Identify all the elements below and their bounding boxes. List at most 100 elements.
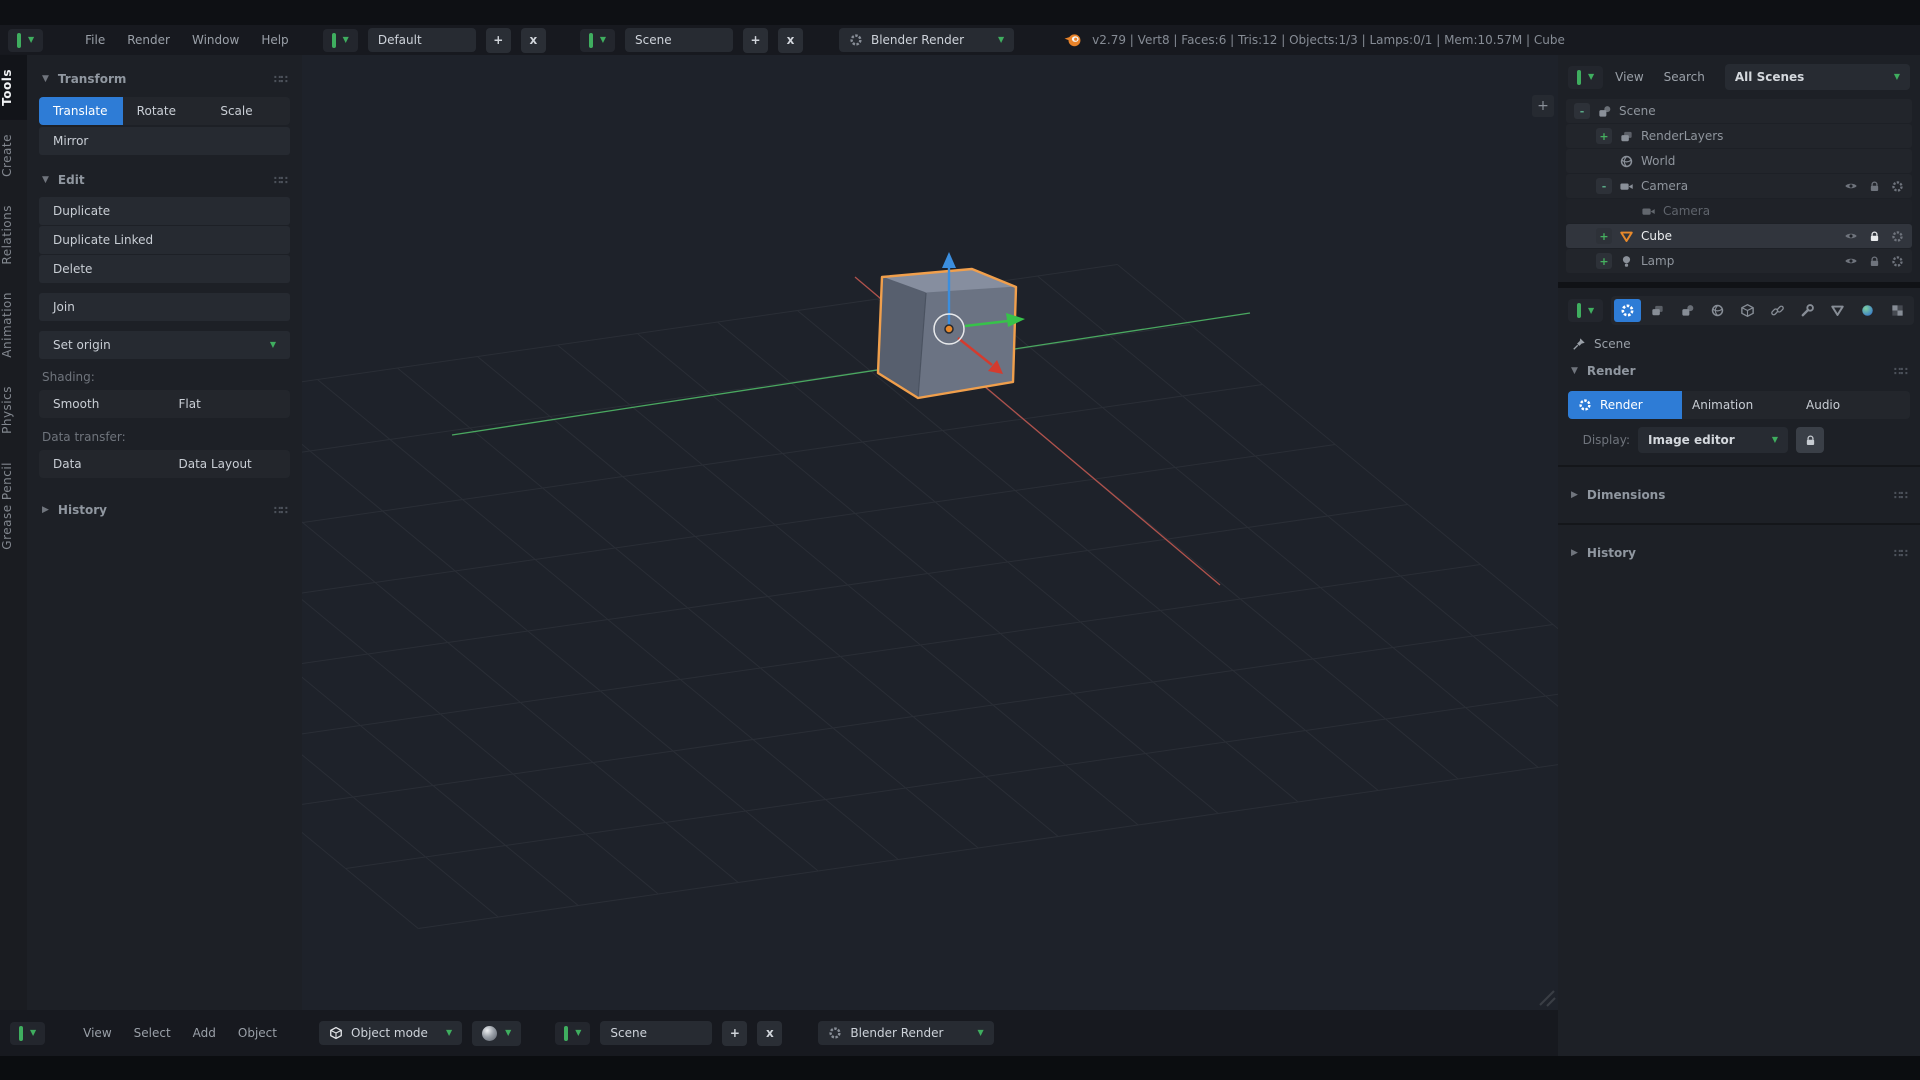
render-button[interactable]: Render [1568,391,1682,419]
flat-button[interactable]: Flat [165,390,291,418]
visibility-eye-icon[interactable] [1844,179,1858,193]
menu-render[interactable]: Render [121,29,176,51]
menu-object[interactable]: Object [232,1022,283,1044]
scene-add-button[interactable]: + [722,1021,747,1046]
expand-toggle[interactable]: + [1596,128,1612,144]
shelf-tab-create[interactable]: Create [0,120,27,191]
data-button[interactable]: Data [39,450,165,478]
animation-button[interactable]: Animation [1682,391,1796,419]
history-panel-header[interactable]: ▶ History ∷∷ [1568,537,1910,569]
tab-render-layers[interactable] [1644,299,1671,322]
smooth-button[interactable]: Smooth [39,390,165,418]
editor-type-selector[interactable]: ▼ [8,29,43,52]
menu-select[interactable]: Select [128,1022,177,1044]
editor-type-selector[interactable]: ▼ [1568,299,1603,322]
panel-grip-icon[interactable]: ∷∷ [274,504,287,517]
panel-grip-icon[interactable]: ∷∷ [274,174,287,187]
expand-toggle[interactable]: + [1596,228,1612,244]
menu-add[interactable]: Add [187,1022,222,1044]
tab-scene[interactable] [1674,299,1701,322]
shelf-tab-tools[interactable]: Tools [0,55,27,120]
audio-button[interactable]: Audio [1796,391,1910,419]
outliner-row-world[interactable]: World [1566,149,1912,173]
tab-material[interactable] [1854,299,1881,322]
scene-add-button[interactable]: + [743,28,768,53]
outliner-filter-dropdown[interactable]: All Scenes ▼ [1725,64,1910,90]
scene-name-field[interactable]: Scene [600,1021,712,1045]
menu-window[interactable]: Window [186,29,245,51]
visibility-eye-icon[interactable] [1844,254,1858,268]
selectability-lock-icon[interactable] [1868,230,1881,243]
expand-toggle[interactable]: + [1596,253,1612,269]
history-panel-header[interactable]: ▶ History ∷∷ [39,494,290,526]
menu-file[interactable]: File [79,29,111,51]
tab-world[interactable] [1704,299,1731,322]
outliner-search-menu[interactable]: Search [1656,66,1713,88]
data-layout-button[interactable]: Data Layout [165,450,291,478]
editor-type-selector[interactable]: ▼ [1568,66,1603,89]
transform-panel-header[interactable]: ▼ Transform ∷∷ [39,63,290,95]
delete-button[interactable]: Delete [39,255,290,283]
workspace-close-button[interactable]: x [521,28,546,53]
viewport-3d[interactable]: + [302,55,1558,1010]
outliner-row-cube[interactable]: + Cube [1566,224,1912,248]
tab-constraints[interactable] [1764,299,1791,322]
mirror-button[interactable]: Mirror [39,127,290,155]
outliner-row-renderlayers[interactable]: + RenderLayers [1566,124,1912,148]
tab-render[interactable] [1614,299,1641,322]
workspace-add-button[interactable]: + [486,28,511,53]
menu-help[interactable]: Help [255,29,294,51]
panel-grip-icon[interactable]: ∷∷ [1894,547,1907,560]
selectability-lock-icon[interactable] [1868,180,1881,193]
dimensions-panel-header[interactable]: ▶ Dimensions ∷∷ [1568,479,1910,511]
selectability-lock-icon[interactable] [1868,255,1881,268]
panel-grip-icon[interactable]: ∷∷ [274,73,287,86]
scene-selector[interactable]: ▼ [555,1022,590,1045]
scene-close-button[interactable]: x [778,28,803,53]
edit-panel-header[interactable]: ▼ Edit ∷∷ [39,164,290,196]
outliner-row-lamp[interactable]: + Lamp [1566,249,1912,273]
collapse-toggle[interactable]: - [1574,103,1590,119]
duplicate-linked-button[interactable]: Duplicate Linked [39,226,290,254]
editor-type-selector[interactable]: ▼ [10,1022,45,1045]
render-panel-header[interactable]: ▼ Render ∷∷ [1568,355,1910,387]
workspace-name-field[interactable]: Default [368,28,476,52]
renderability-shutter-icon[interactable] [1891,255,1904,268]
tab-object-data[interactable] [1824,299,1851,322]
visibility-eye-icon[interactable] [1844,229,1858,243]
outliner-row-camera-data[interactable]: Camera [1566,199,1912,223]
renderability-shutter-icon[interactable] [1891,230,1904,243]
render-engine-dropdown[interactable]: Blender Render ▼ [839,28,1014,52]
scene-close-button[interactable]: x [757,1021,782,1046]
outliner-view-menu[interactable]: View [1607,66,1651,88]
region-expand-button[interactable]: + [1532,95,1554,117]
outliner-row-scene[interactable]: - Scene [1566,99,1912,123]
panel-grip-icon[interactable]: ∷∷ [1894,365,1907,378]
scene-name-field[interactable]: Scene [625,28,733,52]
display-lock-button[interactable] [1796,427,1824,453]
rotate-button[interactable]: Rotate [123,97,207,125]
translate-button[interactable]: Translate [39,97,123,125]
shelf-tab-physics[interactable]: Physics [0,372,27,448]
panel-grip-icon[interactable]: ∷∷ [1894,489,1907,502]
shelf-tab-animation[interactable]: Animation [0,278,27,372]
tab-object[interactable] [1734,299,1761,322]
duplicate-button[interactable]: Duplicate [39,197,290,225]
scale-button[interactable]: Scale [206,97,290,125]
collapse-toggle[interactable]: - [1596,178,1612,194]
outliner-row-camera[interactable]: - Camera [1566,174,1912,198]
join-button[interactable]: Join [39,293,290,321]
set-origin-dropdown[interactable]: Set origin ▼ [39,331,290,359]
menu-view[interactable]: View [77,1022,117,1044]
shelf-tab-relations[interactable]: Relations [0,191,27,279]
renderability-shutter-icon[interactable] [1891,180,1904,193]
viewport-shading-dropdown[interactable]: ▼ [472,1021,521,1046]
display-dropdown[interactable]: Image editor ▼ [1638,427,1788,453]
tab-modifiers[interactable] [1794,299,1821,322]
mode-dropdown[interactable]: Object mode ▼ [319,1021,462,1045]
shelf-tab-grease-pencil[interactable]: Grease Pencil [0,448,27,564]
scene-selector[interactable]: ▼ [580,29,615,52]
tab-texture[interactable] [1884,299,1911,322]
workspace-selector[interactable]: ▼ [323,29,358,52]
render-engine-dropdown[interactable]: Blender Render ▼ [818,1021,993,1045]
